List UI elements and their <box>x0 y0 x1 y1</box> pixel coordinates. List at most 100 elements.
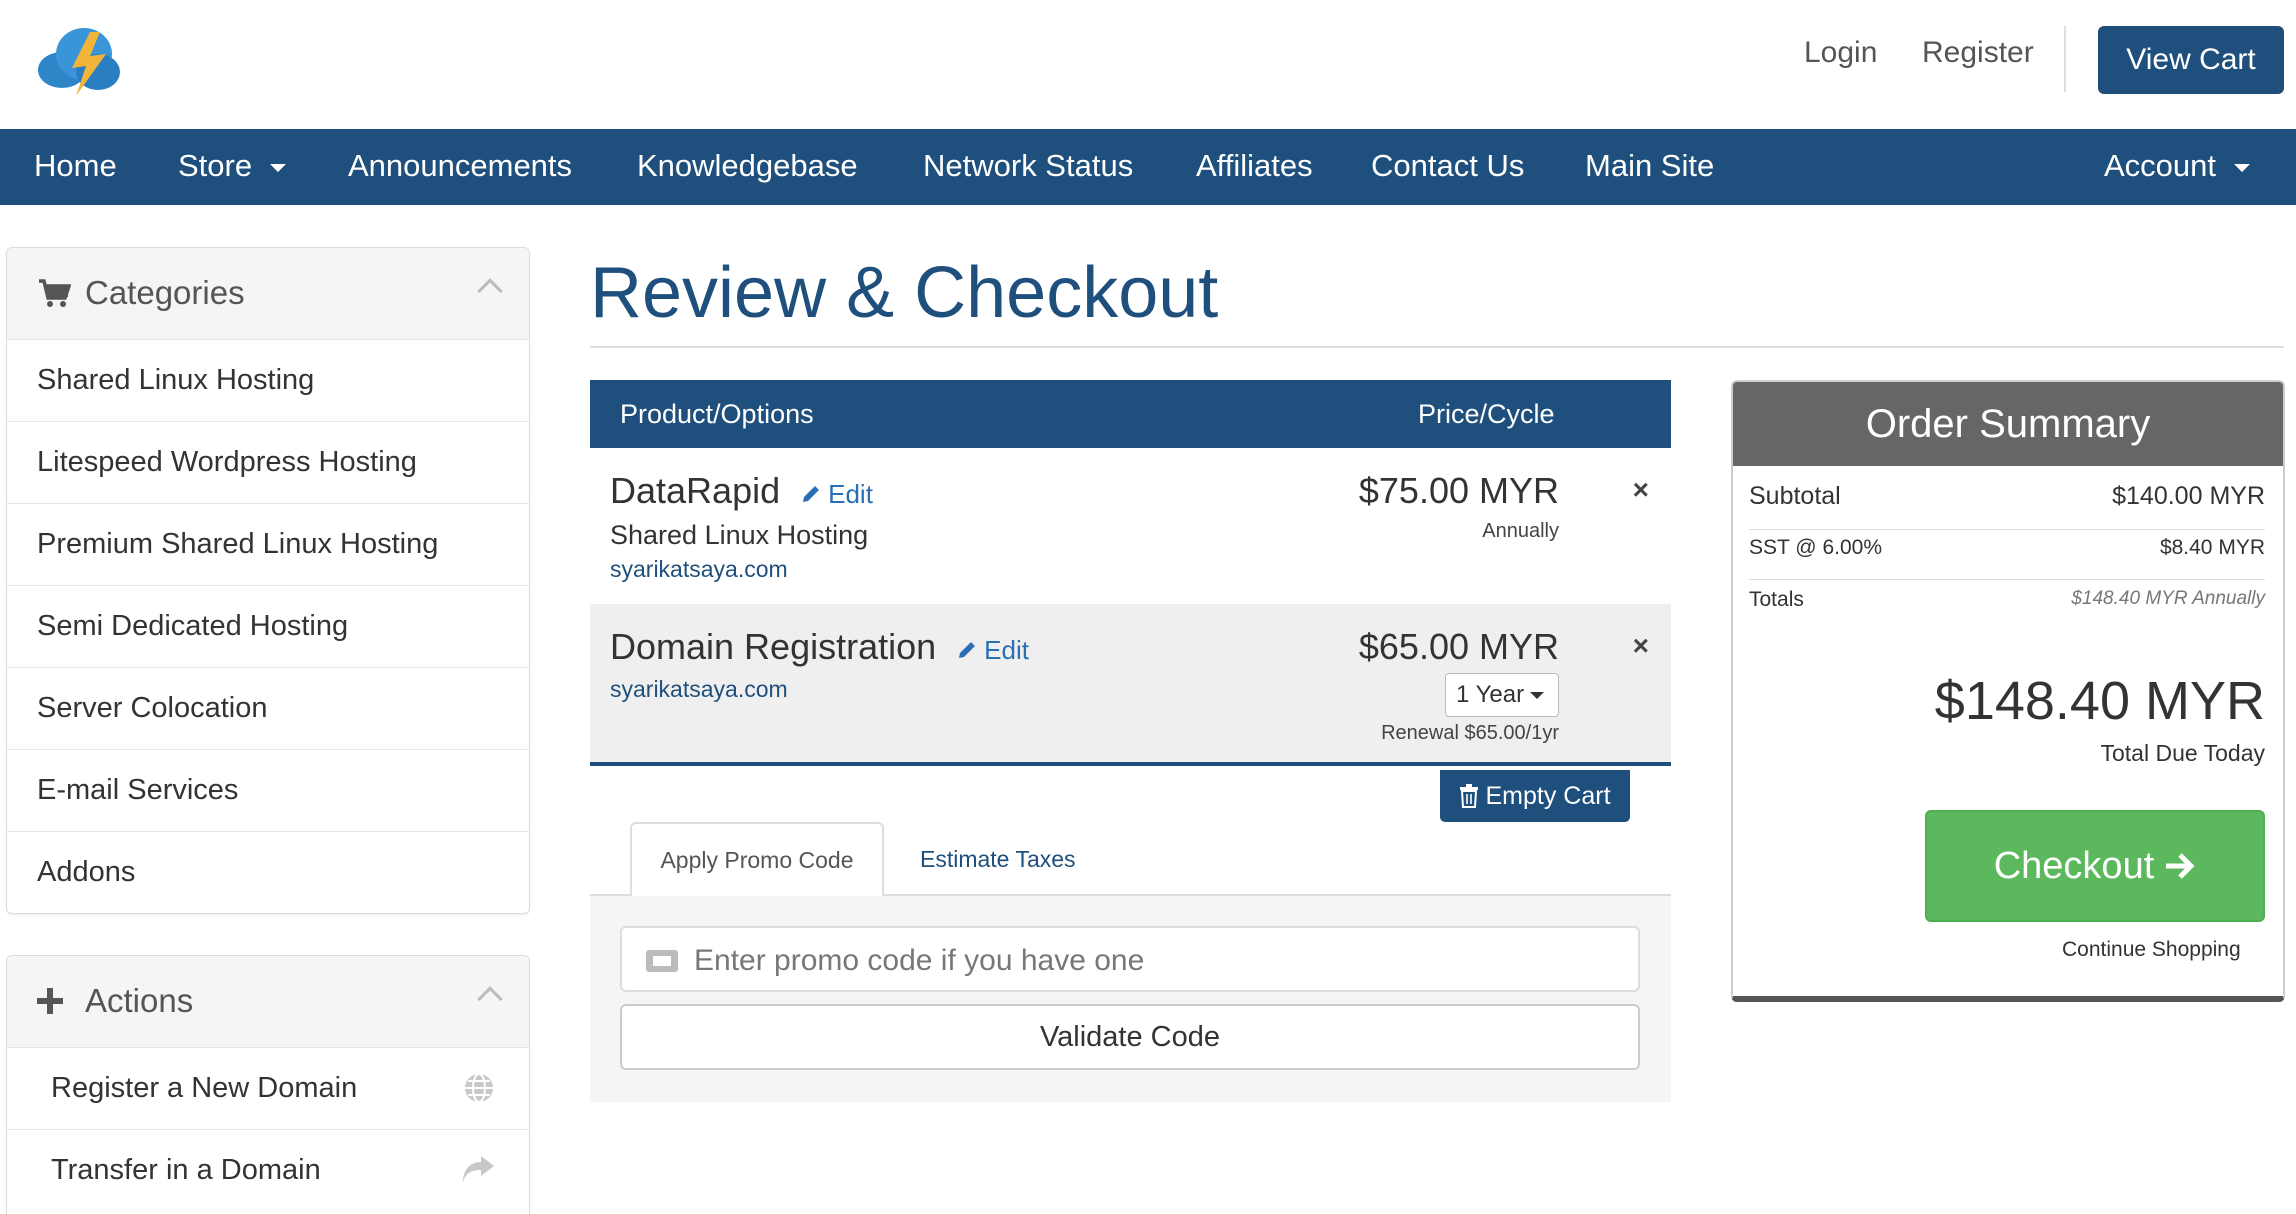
item-domain: syarikatsaya.com <box>610 676 788 702</box>
continue-shopping-link[interactable]: Continue Shopping <box>2062 938 2241 962</box>
nav-main-site[interactable]: Main Site <box>1585 148 1714 184</box>
nav-account[interactable]: Account <box>2104 148 2251 184</box>
nav-affiliates[interactable]: Affiliates <box>1196 148 1313 184</box>
nav-knowledgebase[interactable]: Knowledgebase <box>637 148 858 184</box>
category-item[interactable]: Semi Dedicated Hosting <box>7 586 529 668</box>
actions-title: Actions <box>85 982 194 1019</box>
main-nav: Home Store Announcements Knowledgebase N… <box>0 129 2296 205</box>
categories-panel-header[interactable]: Categories <box>7 248 529 340</box>
category-item[interactable]: Addons <box>7 832 529 913</box>
category-label: Addons <box>37 856 136 888</box>
category-label: Litespeed Wordpress Hosting <box>37 446 417 478</box>
nav-network-status[interactable]: Network Status <box>923 148 1133 184</box>
order-summary: Order Summary Subtotal $140.00 MYR SST @… <box>1731 380 2285 1002</box>
header-divider <box>2064 26 2066 92</box>
subtotal-row: Subtotal $140.00 MYR <box>1749 482 2265 530</box>
billing-period-value: 1 Year <box>1456 681 1525 708</box>
nav-home[interactable]: Home <box>34 148 117 184</box>
category-item[interactable]: Litespeed Wordpress Hosting <box>7 422 529 504</box>
promo-code-input[interactable]: Enter promo code if you have one <box>620 926 1640 992</box>
edit-link[interactable]: Edit <box>800 479 873 509</box>
arrow-right-icon <box>2166 853 2195 879</box>
totals-label: Totals <box>1749 588 1804 611</box>
globe-icon <box>465 1073 493 1103</box>
actions-panel-header[interactable]: Actions <box>7 956 529 1048</box>
category-label: Shared Linux Hosting <box>37 364 315 396</box>
caret-down-icon <box>270 163 287 172</box>
nav-store-label: Store <box>178 148 253 183</box>
subtotal-value: $140.00 MYR <box>2112 482 2265 510</box>
pencil-icon <box>803 486 820 502</box>
promo-panel: Enter promo code if you have one Validat… <box>590 896 1671 1102</box>
category-label: Server Colocation <box>37 692 268 724</box>
page-title: Review & Checkout <box>590 253 1219 333</box>
checkout-button[interactable]: Checkout <box>1925 810 2265 922</box>
categories-panel: Categories Shared Linux Hosting Litespee… <box>6 247 530 914</box>
tax-row: SST @ 6.00% $8.40 MYR <box>1749 536 2265 580</box>
billing-period-select[interactable]: 1 Year <box>1445 673 1559 717</box>
ticket-icon <box>646 950 678 972</box>
trash-icon <box>1460 784 1479 808</box>
category-label: Semi Dedicated Hosting <box>37 610 349 642</box>
empty-cart-label: Empty Cart <box>1485 781 1611 810</box>
view-cart-button[interactable]: View Cart <box>2098 26 2284 94</box>
column-header-price: Price/Cycle <box>1418 399 1555 429</box>
chevron-up-icon[interactable] <box>477 278 503 304</box>
item-price: $65.00 MYR <box>1358 626 1559 667</box>
edit-label: Edit <box>984 635 1029 665</box>
cart-item: Domain Registration Edit syarikatsaya.com… <box>590 604 1671 766</box>
category-label: E-mail Services <box>37 774 239 806</box>
share-arrow-icon <box>463 1156 494 1182</box>
category-item[interactable]: Premium Shared Linux Hosting <box>7 504 529 586</box>
logo-cloud-icon[interactable] <box>34 20 124 100</box>
tab-apply-promo-code[interactable]: Apply Promo Code <box>630 822 884 896</box>
empty-cart-button[interactable]: Empty Cart <box>1440 770 1630 822</box>
remove-item-icon[interactable]: × <box>1633 630 1649 662</box>
category-item[interactable]: E-mail Services <box>7 750 529 832</box>
title-divider <box>590 346 2284 348</box>
tax-value: $8.40 MYR <box>2159 536 2265 559</box>
nav-announcements[interactable]: Announcements <box>348 148 572 184</box>
tax-label: SST @ 6.00% <box>1749 536 1882 559</box>
nav-account-label: Account <box>2104 148 2217 183</box>
action-transfer-domain[interactable]: Transfer in a Domain <box>7 1130 529 1212</box>
nav-contact-us[interactable]: Contact Us <box>1371 148 1524 184</box>
action-register-domain[interactable]: Register a New Domain <box>7 1048 529 1130</box>
total-due-label: Total Due Today <box>2100 740 2265 766</box>
tab-estimate-taxes[interactable]: Estimate Taxes <box>920 846 1076 873</box>
chevron-up-icon[interactable] <box>477 986 503 1012</box>
pencil-icon <box>959 642 976 658</box>
item-renewal: Renewal $65.00/1yr <box>1381 722 1559 744</box>
item-name-row: Domain Registration Edit <box>610 626 1029 668</box>
promo-code-placeholder: Enter promo code if you have one <box>694 944 1145 977</box>
nav-store[interactable]: Store <box>178 148 287 184</box>
validate-code-button[interactable]: Validate Code <box>620 1004 1640 1070</box>
category-item[interactable]: Server Colocation <box>7 668 529 750</box>
item-name: Domain Registration <box>610 626 937 667</box>
edit-link[interactable]: Edit <box>956 635 1029 665</box>
register-link[interactable]: Register <box>1922 36 2034 70</box>
category-item[interactable]: Shared Linux Hosting <box>7 340 529 422</box>
item-cycle: Annually <box>1482 520 1559 542</box>
item-name: DataRapid <box>610 470 781 511</box>
subtotal-label: Subtotal <box>1749 482 1841 510</box>
item-group: Shared Linux Hosting <box>610 520 869 550</box>
remove-item-icon[interactable]: × <box>1633 474 1649 506</box>
item-price: $75.00 MYR <box>1358 470 1559 511</box>
categories-title: Categories <box>85 274 245 311</box>
cart-table-header: Product/Options Price/Cycle <box>590 380 1671 448</box>
login-link[interactable]: Login <box>1804 36 1877 70</box>
category-label: Premium Shared Linux Hosting <box>37 528 439 560</box>
column-header-product: Product/Options <box>620 399 814 429</box>
item-domain: syarikatsaya.com <box>610 556 788 582</box>
cart-icon <box>39 279 71 307</box>
order-summary-title: Order Summary <box>1733 382 2283 466</box>
totals-value: $148.40 MYR Annually <box>2071 588 2265 609</box>
action-label: Transfer in a Domain <box>51 1154 321 1186</box>
edit-label: Edit <box>828 479 873 509</box>
item-name-row: DataRapid Edit <box>610 470 873 512</box>
caret-down-icon <box>2234 163 2251 172</box>
plus-icon <box>37 988 63 1014</box>
site-header: Login Register View Cart <box>0 0 2296 129</box>
actions-panel: Actions Register a New Domain Transfer i… <box>6 955 530 1214</box>
